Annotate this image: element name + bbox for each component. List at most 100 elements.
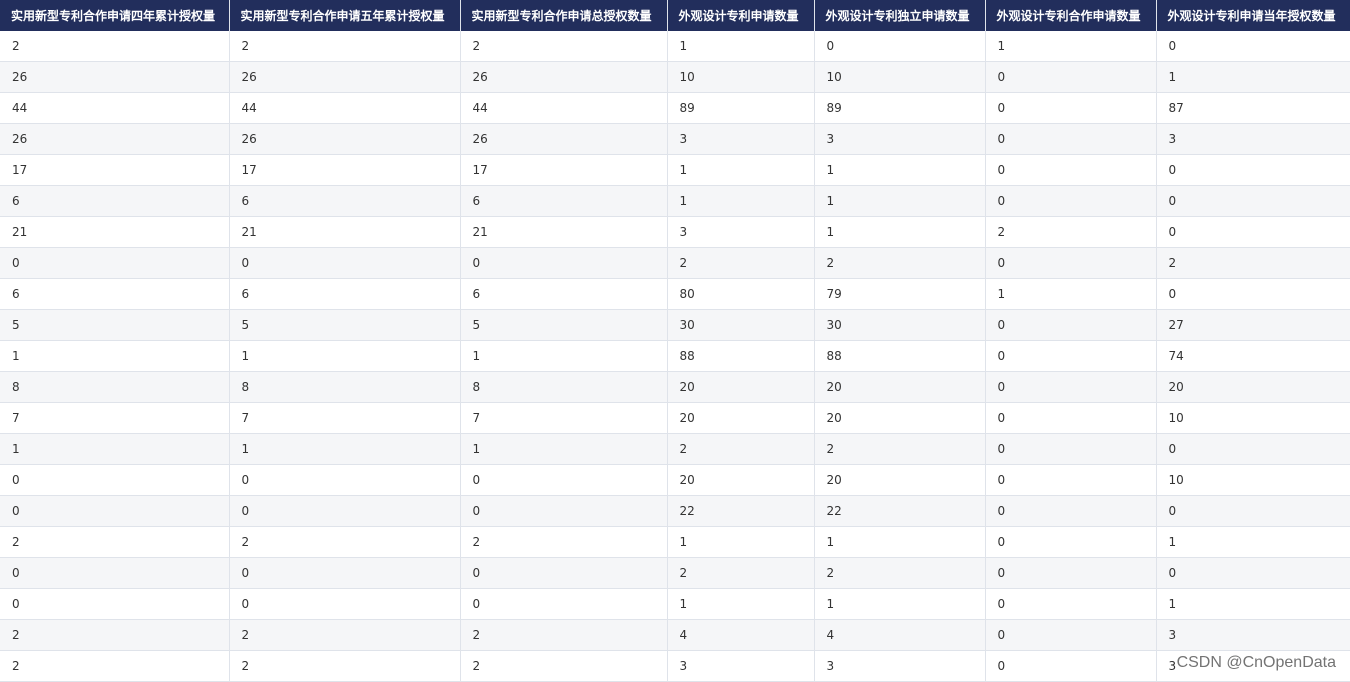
table-cell: 1 [985,278,1157,310]
table-cell: 1 [0,340,230,372]
table-cell: 88 [814,340,986,372]
table-cell: 26 [0,61,230,93]
table-row: 44 44 44 89 89 0 87 [0,92,1350,124]
table-cell: 44 [229,92,461,124]
table-row: 5 5 5 30 30 0 27 [0,309,1350,341]
table-cell: 30 [814,309,986,341]
table-row: 0002200 [0,557,1350,589]
table-cell: 1 [667,588,815,620]
table-cell: 0 [985,526,1157,558]
table-row: 0002202 [0,247,1350,279]
table-row: 1112200 [0,433,1350,465]
table-cell: 3 [667,216,815,248]
table-cell: 0 [985,402,1157,434]
table-cell: 3 [814,650,986,682]
table-cell: 20 [667,371,815,403]
table-cell: 30 [667,309,815,341]
table-cell: 0 [229,247,461,279]
table-cell: 1 [460,433,668,465]
table-cell: 10 [1156,402,1350,434]
table-cell: 8 [0,371,230,403]
table-cell: 0 [985,340,1157,372]
table-cell: 10 [1156,464,1350,496]
table-cell: 8 [229,371,461,403]
table-cell: 1 [814,588,986,620]
table-cell: 0 [985,123,1157,155]
table-cell: 7 [229,402,461,434]
table-cell: 2 [814,557,986,589]
column-header[interactable]: 实用新型专利合作申请四年累计授权量 [0,0,230,31]
table-cell: 0 [814,31,986,62]
table-cell: 3 [1156,123,1350,155]
table-cell: 0 [229,464,461,496]
table-cell: 0 [1156,433,1350,465]
table-cell: 0 [460,588,668,620]
table-row: 0001101 [0,588,1350,620]
table-cell: 0 [985,495,1157,527]
table-cell: 2 [814,433,986,465]
table-cell: 5 [229,309,461,341]
table-cell: 44 [460,92,668,124]
table-cell: 1 [1156,61,1350,93]
table-cell: 0 [0,557,230,589]
table-cell: 2 [229,31,461,62]
table-cell: 1 [667,154,815,186]
table-cell: 2 [0,526,230,558]
table-cell: 0 [985,650,1157,682]
table-cell: 2 [460,31,668,62]
table-row: 2224403 [0,619,1350,651]
table-cell: 4 [814,619,986,651]
table-row: 6 6 6 80 79 1 0 [0,278,1350,310]
table-cell: 1 [814,526,986,558]
table-cell: 1 [460,340,668,372]
table-cell: 20 [814,371,986,403]
table-cell: 20 [667,464,815,496]
column-header[interactable]: 实用新型专利合作申请五年累计授权量 [229,0,461,31]
table-cell: 0 [985,433,1157,465]
table-cell: 1 [1156,526,1350,558]
table-row: 6661100 [0,185,1350,217]
table-cell: 2 [229,619,461,651]
table-cell: 22 [814,495,986,527]
table-cell: 89 [814,92,986,124]
table-cell: 79 [814,278,986,310]
table-cell: 3 [667,123,815,155]
column-header[interactable]: 外观设计专利申请当年授权数量 [1156,0,1350,31]
table-cell: 2 [229,650,461,682]
column-header[interactable]: 实用新型专利合作申请总授权数量 [460,0,668,31]
table-cell: 80 [667,278,815,310]
column-header[interactable]: 外观设计专利申请数量 [667,0,815,31]
table-cell: 2 [460,526,668,558]
table-cell: 1 [814,154,986,186]
table-cell: 26 [229,123,461,155]
table-cell: 27 [1156,309,1350,341]
table-cell: 0 [0,464,230,496]
table-row: 2223303 [0,650,1350,682]
table-cell: 10 [667,61,815,93]
table-cell: 1 [667,526,815,558]
table-cell: 0 [985,185,1157,217]
column-header[interactable]: 外观设计专利合作申请数量 [985,0,1157,31]
table-cell: 44 [0,92,230,124]
table-cell: 4 [667,619,815,651]
table-cell: 2 [985,216,1157,248]
table-cell: 17 [229,154,461,186]
table-cell: 2 [0,31,230,62]
table-cell: 6 [0,185,230,217]
table-cell: 6 [229,185,461,217]
data-table: 实用新型专利合作申请四年累计授权量 实用新型专利合作申请五年累计授权量 实用新型专利… [0,0,1350,682]
table-cell: 0 [460,557,668,589]
column-header[interactable]: 外观设计专利独立申请数量 [814,0,986,31]
table-cell: 0 [985,619,1157,651]
table-cell: 1 [985,31,1157,62]
table-cell: 2 [667,247,815,279]
table-cell: 0 [985,464,1157,496]
table-cell: 26 [460,61,668,93]
table-cell: 2 [0,650,230,682]
table-cell: 88 [667,340,815,372]
table-cell: 0 [985,154,1157,186]
table-row: 8 8 8 20 20 0 20 [0,371,1350,403]
table-cell: 1 [229,340,461,372]
table-cell: 0 [1156,557,1350,589]
table-cell: 0 [1156,495,1350,527]
